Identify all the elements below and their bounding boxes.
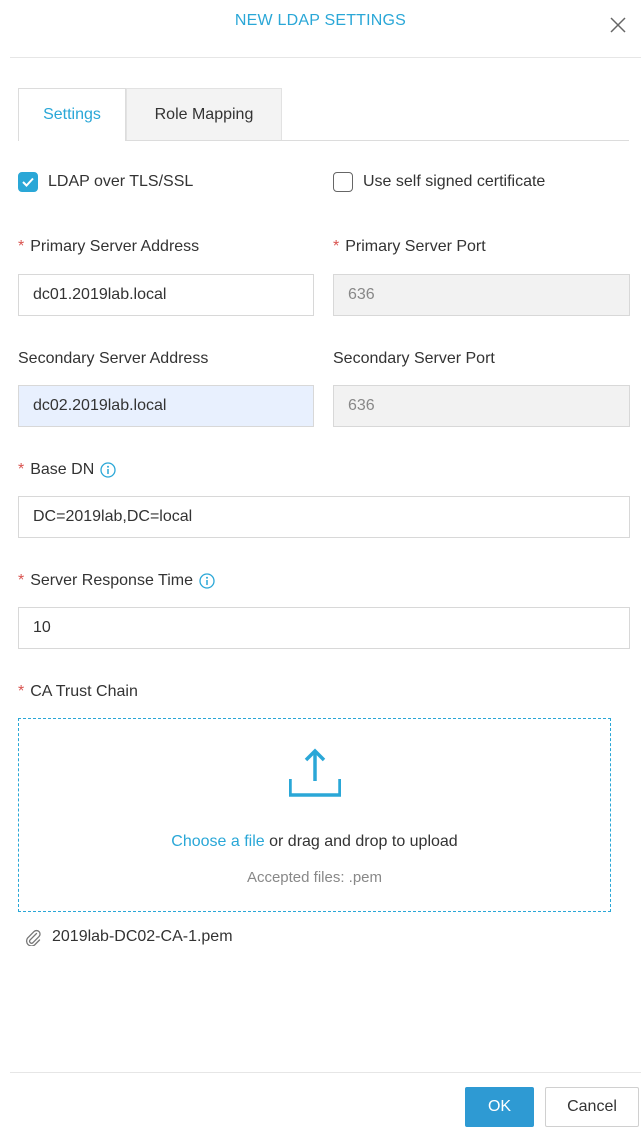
required-mark: * (18, 683, 25, 700)
secondary-port-label: Secondary Server Port (333, 350, 495, 368)
tab-role-mapping[interactable]: Role Mapping (126, 88, 282, 140)
secondary-port-label-text: Secondary Server Port (333, 350, 495, 367)
secondary-port-input: 636 (333, 385, 630, 427)
cancel-button[interactable]: Cancel (545, 1087, 639, 1127)
self-signed-checkbox-row[interactable]: Use self signed certificate (333, 172, 545, 192)
response-time-label-text: Server Response Time (30, 572, 193, 589)
required-mark: * (18, 572, 25, 589)
secondary-address-label-text: Secondary Server Address (18, 350, 209, 367)
dialog-title: NEW LDAP SETTINGS (234, 12, 407, 29)
primary-address-label-text: Primary Server Address (30, 238, 200, 255)
uploaded-file-item[interactable]: 2019lab-DC02-CA-1.pem (24, 928, 233, 947)
ca-trust-chain-label: * CA Trust Chain (18, 683, 138, 701)
drop-instructions-rest: or drag and drop to upload (264, 833, 458, 850)
primary-address-input[interactable]: dc01.2019lab.local (18, 274, 314, 316)
file-drop-zone[interactable]: Choose a file or drag and drop to upload… (18, 718, 611, 912)
secondary-address-input[interactable]: dc02.2019lab.local (18, 385, 314, 427)
response-time-label: * Server Response Time (18, 572, 215, 590)
ok-button[interactable]: OK (465, 1087, 534, 1127)
response-time-input[interactable]: 10 (18, 607, 630, 649)
info-icon[interactable] (100, 462, 116, 478)
primary-address-label: * Primary Server Address (18, 238, 199, 256)
drop-instructions: Choose a file or drag and drop to upload (19, 833, 610, 851)
required-mark: * (18, 461, 25, 478)
header-divider (10, 57, 641, 58)
paperclip-icon (24, 928, 42, 947)
ca-trust-chain-label-text: CA Trust Chain (30, 683, 138, 700)
primary-port-label: * Primary Server Port (333, 238, 486, 256)
base-dn-label: * Base DN (18, 461, 116, 479)
secondary-address-label: Secondary Server Address (18, 350, 208, 368)
self-signed-checkbox[interactable] (333, 172, 353, 192)
choose-file-link[interactable]: Choose a file (171, 833, 264, 850)
dialog-header: NEW LDAP SETTINGS (0, 0, 641, 58)
tab-settings[interactable]: Settings (18, 88, 126, 141)
primary-port-input: 636 (333, 274, 630, 316)
accepted-files-hint: Accepted files: .pem (246, 869, 383, 886)
upload-icon (288, 747, 342, 804)
required-mark: * (333, 238, 340, 255)
base-dn-input[interactable]: DC=2019lab,DC=local (18, 496, 630, 538)
tls-checkbox-row[interactable]: LDAP over TLS/SSL (18, 172, 193, 192)
tls-checkbox-label: LDAP over TLS/SSL (48, 173, 194, 190)
tls-checkbox[interactable] (18, 172, 38, 192)
required-mark: * (18, 238, 25, 255)
primary-port-label-text: Primary Server Port (345, 238, 486, 255)
uploaded-file-name: 2019lab-DC02-CA-1.pem (52, 928, 233, 945)
footer-divider (10, 1072, 641, 1073)
base-dn-label-text: Base DN (30, 461, 95, 478)
info-icon[interactable] (199, 573, 215, 589)
close-icon[interactable] (605, 8, 631, 38)
self-signed-checkbox-label: Use self signed certificate (363, 173, 546, 190)
